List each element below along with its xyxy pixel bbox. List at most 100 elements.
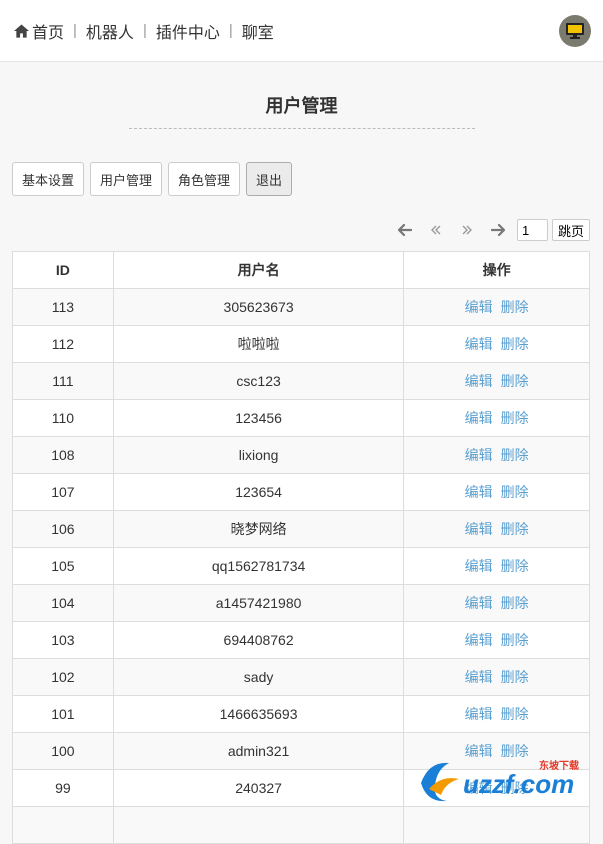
column-header-id: ID bbox=[12, 251, 114, 289]
edit-link[interactable]: 编辑 bbox=[465, 299, 493, 315]
cell-username bbox=[112, 806, 405, 844]
delete-link[interactable]: 删除 bbox=[501, 669, 529, 685]
cell-id: 106 bbox=[12, 510, 114, 548]
cell-actions: 编辑 删除 bbox=[403, 621, 590, 659]
delete-link[interactable]: 删除 bbox=[501, 706, 529, 722]
cell-username: 123456 bbox=[112, 399, 405, 437]
cell-username: a1457421980 bbox=[112, 584, 405, 622]
table-row: 108 lixiong 编辑 删除 bbox=[12, 436, 590, 474]
edit-link[interactable]: 编辑 bbox=[465, 410, 493, 426]
cell-username: csc123 bbox=[112, 362, 405, 400]
table-row: 110 123456 编辑 删除 bbox=[12, 399, 590, 437]
cell-actions: 编辑 删除 bbox=[403, 658, 590, 696]
user-management-button[interactable]: 用户管理 bbox=[90, 162, 163, 196]
cell-username: 晓梦网络 bbox=[112, 510, 405, 548]
next-page-button[interactable] bbox=[483, 219, 514, 241]
edit-link[interactable]: 编辑 bbox=[465, 521, 493, 537]
table-header-row: ID 用户名 操作 bbox=[12, 251, 590, 289]
delete-link[interactable]: 删除 bbox=[501, 447, 529, 463]
edit-link[interactable]: 编辑 bbox=[465, 669, 493, 685]
edit-link[interactable]: 编辑 bbox=[465, 558, 493, 574]
svg-text:东坡下载: 东坡下载 bbox=[539, 759, 579, 772]
cell-username: 123654 bbox=[112, 473, 405, 511]
edit-link[interactable]: 编辑 bbox=[465, 595, 493, 611]
double-right-icon bbox=[462, 225, 473, 235]
cell-username: 1466635693 bbox=[112, 695, 405, 733]
edit-link[interactable]: 编辑 bbox=[465, 632, 493, 648]
cell-username: admin321 bbox=[112, 732, 405, 770]
table-row: 103 694408762 编辑 删除 bbox=[12, 621, 590, 659]
role-management-button[interactable]: 角色管理 bbox=[168, 162, 241, 196]
delete-link[interactable]: 删除 bbox=[501, 558, 529, 574]
edit-link[interactable]: 编辑 bbox=[465, 484, 493, 500]
edit-link[interactable]: 编辑 bbox=[465, 336, 493, 352]
table-row: 106 晓梦网络 编辑 删除 bbox=[12, 510, 590, 548]
table-row: 113 305623673 编辑 删除 bbox=[12, 288, 590, 326]
arrow-left-icon bbox=[398, 224, 413, 236]
cell-actions: 编辑 删除 bbox=[403, 362, 590, 400]
cell-actions: 编辑 删除 bbox=[403, 325, 590, 363]
nav-home[interactable]: 首页 bbox=[14, 19, 64, 43]
cell-id: 111 bbox=[12, 362, 114, 400]
cell-id: 113 bbox=[12, 288, 114, 326]
table-row: 105 qq1562781734 编辑 删除 bbox=[12, 547, 590, 585]
monitor-button[interactable] bbox=[559, 15, 591, 47]
jump-page-button[interactable]: 跳页 bbox=[551, 219, 590, 241]
cell-actions: 编辑 删除 bbox=[403, 510, 590, 548]
nav-separator: | bbox=[142, 22, 147, 39]
edit-link[interactable]: 编辑 bbox=[465, 447, 493, 463]
page-title: 用户管理 bbox=[265, 96, 338, 116]
delete-link[interactable]: 删除 bbox=[501, 410, 529, 426]
cell-id: 99 bbox=[12, 769, 114, 807]
delete-link[interactable]: 删除 bbox=[501, 336, 529, 352]
table-row: 101 1466635693 编辑 删除 bbox=[12, 695, 590, 733]
cell-id: 100 bbox=[12, 732, 114, 770]
cell-username: 694408762 bbox=[112, 621, 405, 659]
delete-link[interactable]: 删除 bbox=[501, 595, 529, 611]
last-page-button[interactable] bbox=[452, 219, 483, 241]
cell-username: lixiong bbox=[112, 436, 405, 474]
cell-actions: 编辑 删除 bbox=[403, 547, 590, 585]
delete-link[interactable]: 删除 bbox=[501, 632, 529, 648]
cell-username: qq1562781734 bbox=[112, 547, 405, 585]
table-row: 111 csc123 编辑 删除 bbox=[12, 362, 590, 400]
cell-actions: 编辑 删除 bbox=[403, 399, 590, 437]
table-row bbox=[12, 806, 590, 844]
nav-separator: | bbox=[228, 22, 233, 39]
nav-robot[interactable]: 机器人 bbox=[86, 19, 134, 43]
edit-link[interactable]: 编辑 bbox=[465, 706, 493, 722]
pagination: 跳页 bbox=[0, 196, 603, 241]
cell-id: 101 bbox=[12, 695, 114, 733]
cell-id: 110 bbox=[12, 399, 114, 437]
nav-plugin-center[interactable]: 插件中心 bbox=[156, 19, 220, 43]
monitor-icon bbox=[566, 23, 584, 39]
home-icon bbox=[14, 23, 29, 38]
cell-id: 104 bbox=[12, 584, 114, 622]
nav-separator: | bbox=[73, 22, 77, 39]
logout-button[interactable]: 退出 bbox=[246, 162, 293, 196]
top-nav: 首页 | 机器人 | 插件中心 | 聊室 bbox=[0, 0, 603, 62]
prev-page-button[interactable] bbox=[390, 219, 421, 241]
nav-chatroom[interactable]: 聊室 bbox=[242, 19, 274, 43]
basic-settings-button[interactable]: 基本设置 bbox=[12, 162, 85, 196]
cell-id: 103 bbox=[12, 621, 114, 659]
arrow-right-icon bbox=[491, 224, 506, 236]
uzzf-watermark-logo: uzzf.com 东坡下载 bbox=[421, 759, 579, 802]
cell-id: 102 bbox=[12, 658, 114, 696]
first-page-button[interactable] bbox=[421, 219, 452, 241]
cell-id: 112 bbox=[12, 325, 114, 363]
cell-actions: 编辑 删除 bbox=[403, 288, 590, 326]
svg-text:uzzf.com: uzzf.com bbox=[463, 769, 574, 799]
page-number-input[interactable] bbox=[516, 219, 548, 241]
table-row: 102 sady 编辑 删除 bbox=[12, 658, 590, 696]
delete-link[interactable]: 删除 bbox=[501, 373, 529, 389]
edit-link[interactable]: 编辑 bbox=[465, 373, 493, 389]
delete-link[interactable]: 删除 bbox=[501, 484, 529, 500]
cell-id: 105 bbox=[12, 547, 114, 585]
column-header-username: 用户名 bbox=[112, 251, 405, 289]
cell-actions: 编辑 删除 bbox=[403, 584, 590, 622]
cell-username: 305623673 bbox=[112, 288, 405, 326]
cell-id bbox=[12, 806, 114, 844]
delete-link[interactable]: 删除 bbox=[501, 299, 529, 315]
delete-link[interactable]: 删除 bbox=[501, 521, 529, 537]
